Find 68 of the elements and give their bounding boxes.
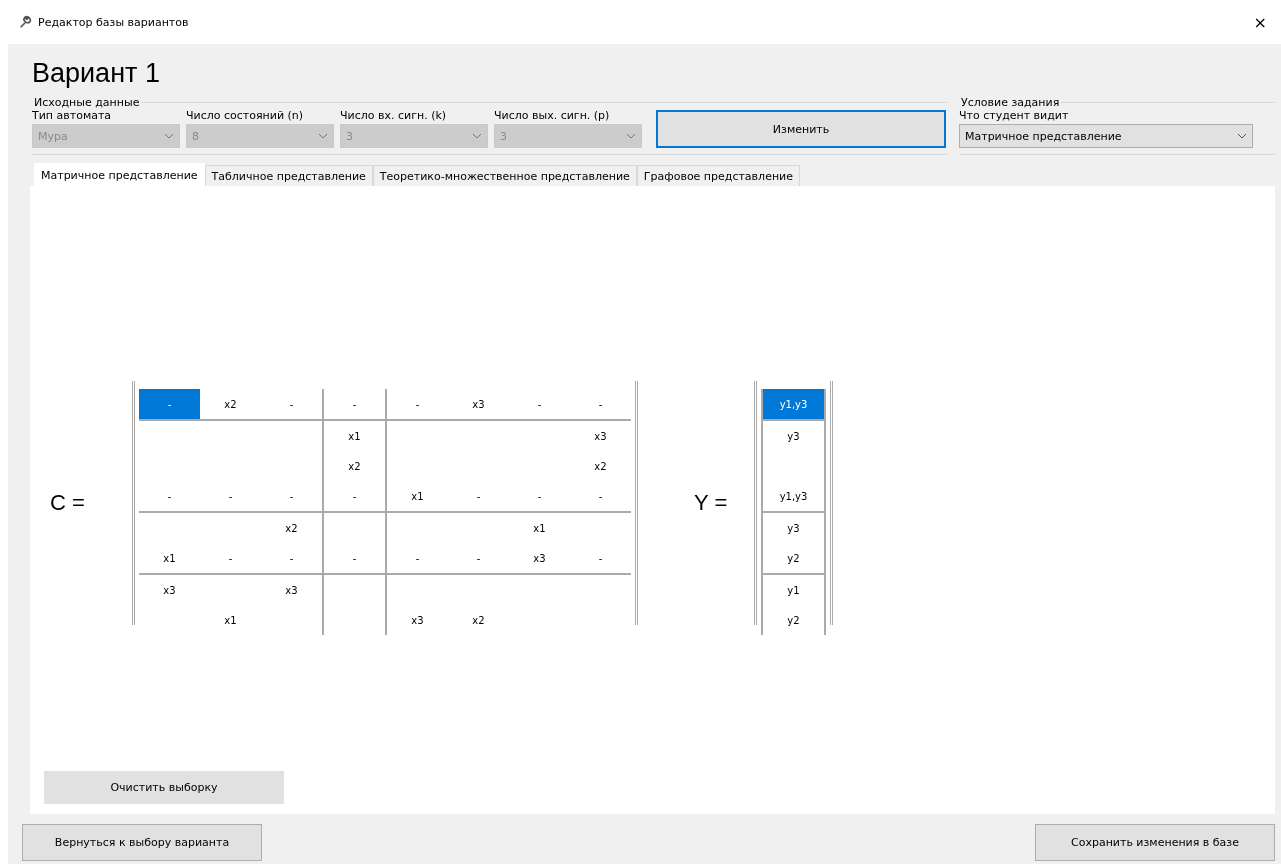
matrix-cell[interactable]: x1 (324, 421, 385, 451)
matrix-cell[interactable]: - (200, 481, 261, 511)
matrix-cell[interactable]: y1 (763, 575, 824, 605)
matrix-cell[interactable]: - (200, 543, 261, 573)
matrix-cell[interactable]: x2 (448, 605, 509, 635)
clear-button[interactable]: Очистить выборку (44, 771, 284, 804)
matrix-cell[interactable]: - (570, 481, 631, 511)
matrix-cell[interactable]: x3 (387, 605, 448, 635)
matrix-cell[interactable]: x1 (387, 481, 448, 511)
dropdown[interactable]: Матричное представление (959, 124, 1253, 148)
matrix-cell[interactable]: - (509, 481, 570, 511)
variant-heading: Вариант 1 (31, 57, 161, 90)
matrix-cell[interactable]: - (139, 481, 200, 511)
group-title: Исходные данные (33, 96, 141, 109)
chevron-down-icon (164, 133, 174, 139)
matrix-cell[interactable]: x1 (139, 543, 200, 573)
matrix-cell[interactable]: - (570, 543, 631, 573)
field-label: Число вх. сигн. (k) (340, 109, 448, 122)
tab[interactable]: Табличное представление (204, 165, 373, 186)
save-button[interactable]: Сохранить изменения в базе (1035, 824, 1275, 861)
chevron-down-icon (626, 133, 636, 139)
group-title: Условие задания (960, 96, 1061, 109)
matrix-cell[interactable]: x3 (570, 421, 631, 451)
matrix-cell[interactable]: - (261, 389, 322, 419)
matrix-cell[interactable]: y1,y3 (763, 481, 824, 511)
matrix-cell[interactable]: x2 (200, 389, 261, 419)
matrix-cell[interactable]: - (570, 389, 631, 419)
matrix-cell[interactable]: y2 (763, 605, 824, 635)
field-label: Тип автомата (32, 109, 113, 122)
matrix-cell[interactable]: y2 (763, 543, 824, 573)
tab[interactable]: Графовое представление (636, 165, 800, 186)
matrix-cell[interactable]: - (261, 481, 322, 511)
matrix-cell[interactable]: - (509, 389, 570, 419)
matrix-cell[interactable]: x3 (261, 575, 322, 605)
chevron-down-icon (472, 133, 482, 139)
matrix-cell[interactable]: x1 (509, 513, 570, 543)
matrix-cell[interactable]: x3 (448, 389, 509, 419)
chevron-down-icon (318, 133, 328, 139)
matrix-cell[interactable]: - (324, 481, 385, 511)
matrix-cell[interactable]: - (139, 389, 200, 419)
tab[interactable]: Матричное представление (34, 163, 205, 186)
matrix-cell[interactable]: y1,y3 (763, 389, 824, 419)
matrix-cell[interactable]: - (448, 543, 509, 573)
matrix-cell[interactable]: - (261, 543, 322, 573)
matrix-cell[interactable]: - (387, 389, 448, 419)
matrix-label: Y = (693, 490, 729, 516)
matrix-cell[interactable]: y3 (763, 513, 824, 543)
field-label: Число вых. сигн. (p) (494, 109, 611, 122)
window-title: Редактор базы вариантов (38, 15, 189, 29)
matrix-cell[interactable]: x2 (570, 451, 631, 481)
tab[interactable]: Теоретико-множественное представление (372, 165, 637, 186)
matrix-cell[interactable]: x1 (200, 605, 261, 635)
back-button[interactable]: Вернуться к выбору варианта (22, 824, 262, 861)
matrix-cell[interactable]: x2 (324, 451, 385, 481)
chevron-down-icon (1237, 133, 1247, 139)
matrix-cell[interactable]: y3 (763, 421, 824, 451)
matrix-cell[interactable]: - (448, 481, 509, 511)
field-label: Что студент видит (959, 109, 1070, 122)
matrix-cell[interactable]: x2 (261, 513, 322, 543)
close-button[interactable]: × (1249, 12, 1271, 32)
matrix-cell[interactable]: - (324, 543, 385, 573)
matrix-cell[interactable]: - (387, 543, 448, 573)
change-button[interactable]: Изменить (656, 110, 946, 148)
matrix-cell[interactable]: x3 (509, 543, 570, 573)
matrix-label: C = (49, 490, 86, 516)
matrix-cell[interactable]: - (324, 389, 385, 419)
matrix-cell[interactable]: x3 (139, 575, 200, 605)
field-label: Число состояний (n) (186, 109, 305, 122)
